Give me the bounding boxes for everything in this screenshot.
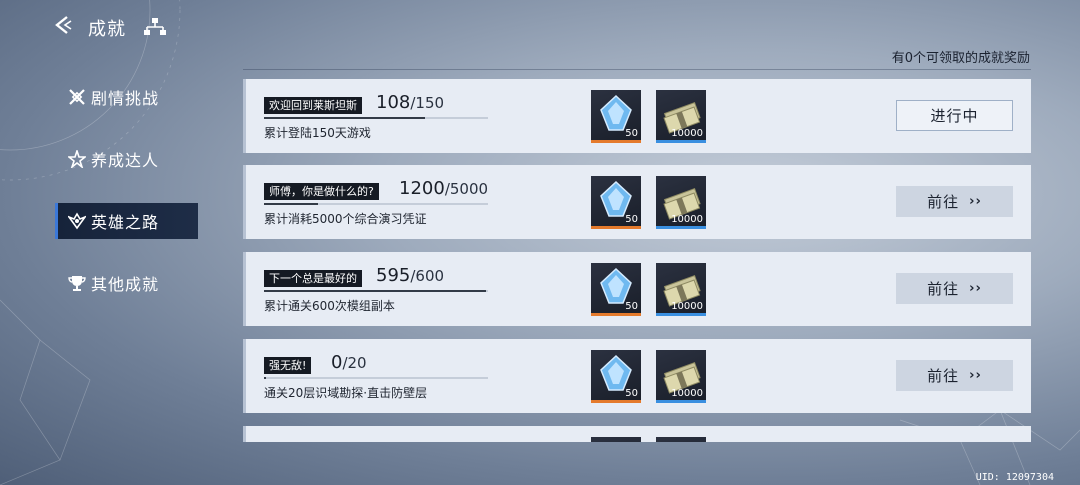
progress-bar-fill (264, 290, 486, 292)
achievement-description: 累计登陆150天游戏 (264, 126, 371, 140)
progress-bar-fill (264, 203, 318, 205)
chevron-right-icon: ›› (969, 194, 982, 209)
achievement-card-partial (243, 426, 1031, 442)
back-button[interactable] (50, 12, 76, 38)
reward-crystal[interactable]: 50 (591, 350, 641, 403)
achievement-card: 师傅，你是做什么的? 1200/5000 累计消耗5000个综合演习凭证 50 … (243, 165, 1031, 239)
achievement-card: 欢迎回到莱斯坦斯 108/150 累计登陆150天游戏 50 10000 进行中 (243, 79, 1031, 153)
claimable-rewards-text: 有0个可领取的成就奖励 (891, 51, 1030, 66)
achievement-name: 欢迎回到莱斯坦斯 (264, 97, 362, 114)
chevron-right-icon: ›› (969, 281, 982, 296)
reward-count: 50 (625, 128, 638, 139)
reward-cash[interactable]: 10000 (656, 176, 706, 229)
reward-rarity-strip (591, 313, 641, 316)
progress-current: 0 (331, 352, 343, 373)
reward-cash[interactable]: 10000 (656, 90, 706, 143)
reward-rarity-strip (656, 140, 706, 143)
sidebar-item-story-challenge[interactable]: 剧情挑战 (55, 79, 198, 115)
crossed-swords-icon (67, 87, 87, 107)
goto-button[interactable]: 前往 ›› (896, 186, 1013, 217)
sidebar-item-label: 其他成就 (91, 275, 160, 294)
achievement-progress: 595/600 (376, 265, 444, 286)
reward-count: 50 (625, 301, 638, 312)
reward-cash[interactable]: 10000 (656, 263, 706, 316)
achievement-card: 强无敌! 0/20 通关20层识域勘探·直击防壁层 50 10000 前往 ›› (243, 339, 1031, 413)
reward-cash[interactable]: 10000 (656, 350, 706, 403)
button-label: 前往 (927, 193, 960, 211)
reward-rarity-strip (656, 313, 706, 316)
page-title: 成就 (88, 19, 126, 40)
button-label: 进行中 (930, 107, 979, 125)
reward-cash[interactable] (656, 437, 706, 442)
progress-current: 595 (376, 265, 411, 286)
reward-rarity-strip (591, 140, 641, 143)
reward-rarity-strip (591, 226, 641, 229)
sidebar-item-hero-road[interactable]: 英雄之路 (55, 203, 198, 239)
reward-rarity-strip (656, 400, 706, 403)
divider (243, 69, 1031, 70)
reward-rarity-strip (591, 400, 641, 403)
hierarchy-icon (144, 18, 166, 35)
progress-total: /5000 (444, 180, 489, 198)
sidebar-item-label: 养成达人 (91, 151, 160, 170)
sidebar-item-cultivation-master[interactable]: 养成达人 (55, 141, 198, 177)
reward-crystal[interactable]: 50 (591, 263, 641, 316)
reward-crystal[interactable]: 50 (591, 90, 641, 143)
reward-count: 50 (625, 388, 638, 399)
hero-emblem-icon (67, 211, 87, 231)
achievement-name: 强无敌! (264, 357, 312, 374)
achievement-description: 累计消耗5000个综合演习凭证 (264, 212, 427, 226)
achievement-card: 下一个总是最好的 595/600 累计通关600次模组副本 50 10000 前… (243, 252, 1031, 326)
sidebar-item-label: 剧情挑战 (91, 89, 160, 108)
in-progress-button[interactable]: 进行中 (896, 100, 1013, 131)
button-label: 前往 (927, 280, 960, 298)
sidebar-item-other-achievements[interactable]: 其他成就 (55, 265, 198, 301)
button-label: 前往 (927, 367, 960, 385)
progress-bar (264, 377, 488, 379)
achievement-progress: 0/20 (331, 352, 367, 373)
progress-current: 1200 (399, 178, 445, 199)
sidebar-item-label: 英雄之路 (91, 213, 160, 232)
user-id: UID: 12097304 (975, 472, 1054, 483)
goto-button[interactable]: 前往 ›› (896, 273, 1013, 304)
reward-crystal[interactable] (591, 437, 641, 442)
achievement-progress: 108/150 (376, 92, 444, 113)
reward-count: 10000 (671, 388, 703, 399)
star-flourish-icon (67, 149, 87, 169)
progress-bar-fill (264, 117, 426, 119)
progress-bar-fill (264, 377, 267, 379)
goto-button[interactable]: 前往 ›› (896, 360, 1013, 391)
reward-count: 10000 (671, 128, 703, 139)
progress-total: /20 (342, 354, 367, 372)
progress-bar (264, 290, 488, 292)
progress-total: /600 (410, 267, 445, 285)
back-arrow-icon (55, 16, 72, 34)
achievement-name: 师傅，你是做什么的? (264, 183, 379, 200)
achievement-name: 下一个总是最好的 (264, 270, 362, 287)
reward-count: 10000 (671, 301, 703, 312)
reward-rarity-strip (656, 226, 706, 229)
achievement-description: 通关20层识域勘探·直击防壁层 (264, 386, 428, 400)
chevron-right-icon: ›› (969, 368, 982, 383)
trophy-icon (67, 273, 87, 293)
achievement-list[interactable]: 欢迎回到莱斯坦斯 108/150 累计登陆150天游戏 50 10000 进行中… (243, 79, 1031, 442)
reward-crystal[interactable]: 50 (591, 176, 641, 229)
reward-count: 10000 (671, 214, 703, 225)
reward-count: 50 (625, 214, 638, 225)
achievement-progress: 1200/5000 (399, 178, 488, 199)
progress-current: 108 (376, 92, 411, 113)
hierarchy-button[interactable] (143, 16, 167, 38)
progress-bar (264, 117, 488, 119)
progress-total: /150 (410, 94, 445, 112)
achievement-description: 累计通关600次模组副本 (264, 299, 395, 313)
progress-bar (264, 203, 488, 205)
